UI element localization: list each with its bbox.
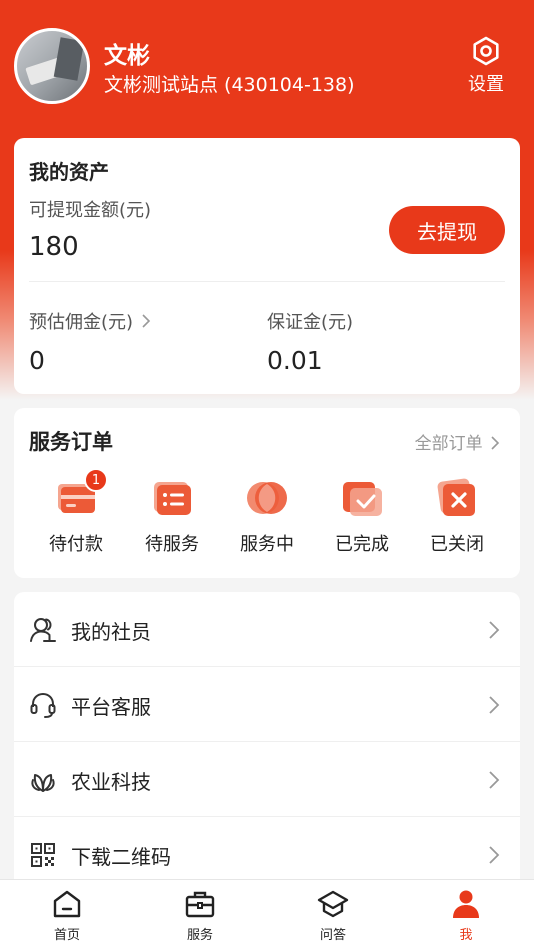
tab-me[interactable]: 我 (426, 888, 506, 943)
assets-title: 我的资产 (29, 160, 109, 184)
pending-payment-badge: 1 (84, 468, 108, 492)
chevron-right-icon (489, 696, 500, 714)
menu-item-customer-service[interactable]: 平台客服 (14, 667, 520, 742)
members-icon (30, 618, 56, 642)
menu-label: 我的社员 (71, 620, 151, 644)
menu-item-agri-tech[interactable]: 农业科技 (14, 742, 520, 817)
profile-header: 文彬 文彬测试站点 (430104-138) 设置 (0, 0, 534, 140)
headset-icon (30, 692, 56, 718)
tab-label: 我 (459, 928, 473, 943)
withdraw-button[interactable]: 去提现 (389, 206, 505, 254)
order-closed[interactable]: 已关闭 (409, 476, 505, 556)
briefcase-icon (185, 891, 215, 918)
divider (29, 281, 505, 282)
chevron-right-icon (491, 436, 500, 450)
order-pending-payment[interactable]: 1 待付款 (28, 468, 124, 556)
tab-label: 首页 (53, 928, 80, 943)
menu-label: 农业科技 (71, 770, 151, 794)
tab-home[interactable]: 首页 (27, 888, 107, 943)
order-status-label: 已关闭 (430, 534, 484, 555)
order-status-label: 待服务 (145, 534, 199, 555)
graduation-cap-icon (317, 890, 349, 918)
home-icon (53, 890, 81, 918)
all-orders-link[interactable]: 全部订单 (415, 429, 500, 454)
commission-label: 预估佣金(元) (29, 312, 134, 333)
withdrawable-value: 180 (29, 232, 79, 262)
order-status-label: 已完成 (335, 534, 389, 555)
qrcode-icon (31, 843, 55, 867)
assets-card: 我的资产 可提现金额(元) 180 去提现 预估佣金(元) 0 保证金(元) 0… (14, 138, 520, 394)
menu-label: 平台客服 (71, 695, 151, 719)
withdrawable-label: 可提现金额(元) (29, 200, 152, 221)
service-orders-card: 服务订单 全部订单 1 待付款 待服务 服务中 已完成 已关闭 (14, 408, 520, 578)
circles-icon (247, 482, 287, 514)
order-pending-service[interactable]: 待服务 (124, 476, 220, 556)
order-in-service[interactable]: 服务中 (219, 476, 315, 556)
settings-button[interactable]: 设置 (462, 36, 510, 96)
menu-item-members[interactable]: 我的社员 (14, 592, 520, 667)
order-status-label: 待付款 (49, 534, 103, 555)
bottom-tab-bar: 首页 服务 问答 我 (0, 879, 534, 950)
list-icon (154, 482, 191, 515)
menu-label: 下载二维码 (71, 845, 171, 869)
orders-title: 服务订单 (29, 430, 113, 454)
all-orders-label: 全部订单 (414, 434, 483, 454)
commission-value: 0 (29, 346, 45, 375)
commission-link[interactable]: 预估佣金(元) (29, 308, 151, 334)
tab-label: 服务 (186, 928, 213, 943)
chevron-right-icon (142, 314, 150, 328)
deposit-value: 0.01 (267, 346, 323, 375)
order-status-label: 服务中 (240, 534, 294, 555)
chevron-right-icon (489, 846, 500, 864)
close-icon (437, 478, 475, 516)
leaf-icon (31, 774, 55, 792)
deposit-label: 保证金(元) (267, 312, 354, 333)
check-icon (343, 482, 382, 516)
user-name: 文彬 (104, 43, 150, 69)
avatar[interactable] (14, 28, 90, 104)
chevron-right-icon (489, 771, 500, 789)
settings-label: 设置 (468, 74, 504, 95)
tab-label: 问答 (319, 928, 346, 943)
person-icon (453, 890, 479, 918)
tab-service[interactable]: 服务 (160, 888, 240, 943)
tab-qa[interactable]: 问答 (293, 888, 373, 943)
gear-icon (473, 36, 499, 66)
station-name: 文彬测试站点 (430104-138) (104, 74, 355, 96)
order-completed[interactable]: 已完成 (314, 476, 410, 556)
menu-list: 我的社员 平台客服 农业科技 下载二维码 (14, 592, 520, 892)
chevron-right-icon (489, 621, 500, 639)
